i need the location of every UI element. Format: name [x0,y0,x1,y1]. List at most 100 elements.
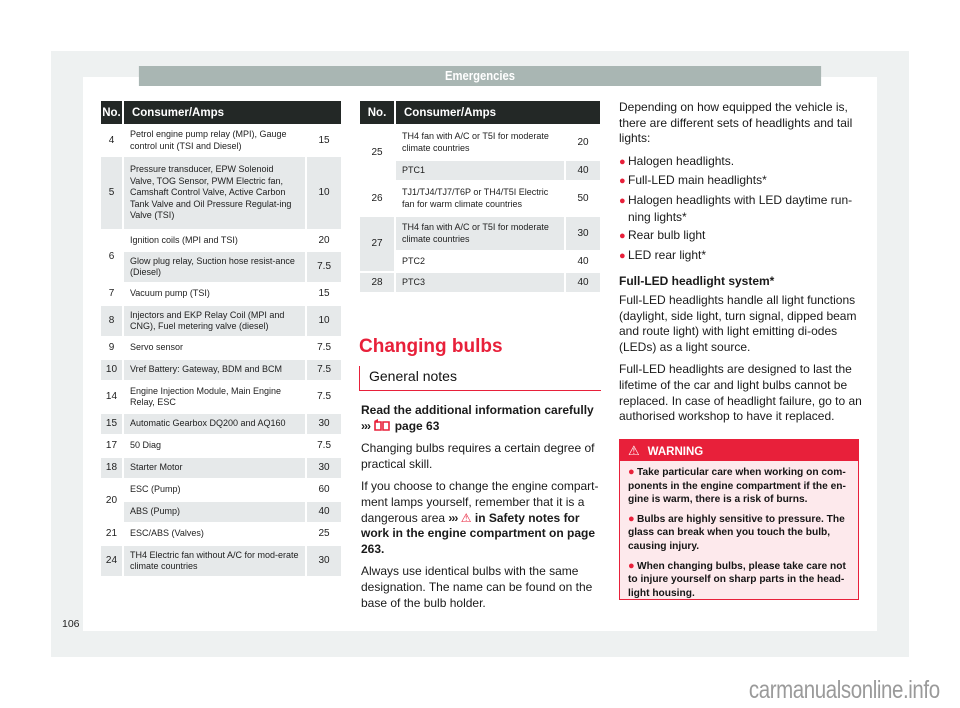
page-63-link[interactable]: page 63 [395,419,440,433]
fuse-consumer: Automatic Gearbox DQ200 and AQ160 [123,414,306,434]
column-header-no: No. [101,101,122,124]
warning-box: ⚠ WARNING ● Take particular care when work… [619,439,859,600]
fuse-no: 8 [101,306,122,336]
fuse-no: 25 [360,126,394,180]
fuse-amps: 7.5 [307,436,341,456]
warning-list: ● Take particular care when working on co… [620,461,858,600]
table-row: 15 Automatic Gearbox DQ200 and AQ160 30 [101,414,341,434]
fuse-consumer: Petrol engine pump relay (MPI), Gauge co… [123,126,306,155]
period: . [381,541,385,556]
fuse-consumer: TH4 fan with A/C or T5I for moderate cli… [396,126,564,159]
fuse-consumer: PTC2 [396,252,564,271]
warning-triangle-icon: ⚠ [460,510,472,525]
column-header-consumer: Consumer/Amps [396,101,600,124]
fuse-amps: 20 [307,231,341,250]
warning-item-text: Take particular care when working on com… [628,467,846,506]
list-item-text: Full-LED main headlights* [628,173,767,188]
headlights-info: Depending on how equipped the vehicle is… [619,100,863,432]
fuse-no: 17 [101,436,122,456]
full-led-paragraph-1: Full-LED headlights handle all light fun… [619,292,857,354]
table-row: 24 TH4 Electric fan without A/C for mod-… [101,546,341,576]
fuse-consumer: Starter Motor [123,458,306,478]
fuse-no: 21 [101,524,122,544]
list-item-text: Halogen headlights with LED daytime run-… [628,192,853,224]
table-header-row: No. Consumer/Amps [360,101,600,124]
fuse-consumer: PTC1 [396,161,564,180]
bullet-icon: ● [628,512,635,525]
table-row: ABS (Pump) 40 [101,502,341,522]
warning-item: ● Take particular care when working on co… [628,466,850,507]
bullet-icon: ● [619,230,626,243]
table-row: PTC1 40 [360,161,600,180]
fuse-no: 26 [360,182,394,215]
fuse-amps: 40 [566,252,600,271]
section-subtitle: General notes [359,366,601,391]
bullet-icon: ● [628,559,635,572]
fuse-amps: 15 [307,284,341,304]
book-reference-icon [373,418,394,433]
fuse-table-middle: No. Consumer/Amps 25 TH4 fan with A/C or… [358,99,602,294]
fuse-no: 15 [101,414,122,434]
table-header-row: No. Consumer/Amps [101,101,341,124]
fuse-amps: 10 [307,306,341,336]
section-title: Changing bulbs [359,336,503,357]
fuse-consumer: Vacuum pump (TSI) [123,284,306,304]
fuse-amps: 7.5 [307,338,341,358]
list-item: ● Halogen headlights. [619,154,863,171]
warning-item-text: When changing bulbs, please take care no… [628,560,846,599]
table-row: Glow plug relay, Suction hose resist-anc… [101,252,341,282]
page-number: 106 [62,618,80,630]
bullet-icon: ● [619,194,626,207]
table-row: 9 Servo sensor 7.5 [101,338,341,358]
paragraph-identical-bulbs: Always use identical bulbs with the same… [361,564,593,610]
table-row: 20 ESC (Pump) 60 [101,480,341,522]
fuse-consumer: TH4 fan with A/C or T5I for moderate cli… [396,217,564,250]
fuse-amps: 40 [566,161,600,180]
fuse-consumer: Ignition coils (MPI and TSI) [123,231,306,250]
list-item: ● Rear bulb light [619,228,863,245]
fuse-no: 10 [101,360,122,380]
table-row: 14 Engine Injection Module, Main Engine … [101,382,341,412]
watermark: carmanualsonline.info [749,676,940,704]
list-item-text: Halogen headlights. [628,153,735,168]
fuse-consumer: TJ1/TJ4/TJ7/T6P or TH4/T5I Electric fan … [396,182,564,215]
fuse-no: 4 [101,126,122,155]
fuse-consumer: ABS (Pump) [123,502,306,522]
fuse-consumer: Pressure transducer, EPW Solenoid Valve,… [123,157,306,229]
fuse-consumer: TH4 Electric fan without A/C for mod-era… [123,546,306,576]
fuse-amps: 40 [307,502,341,522]
fuse-amps: 30 [307,458,341,478]
warning-triangle-icon: ⚠ [628,443,640,458]
chapter-header: Emergencies [138,66,822,86]
fuse-table-left: No. Consumer/Amps 4 Petrol engine pump r… [99,99,343,578]
table-row: 27 TH4 fan with A/C or T5I for moderate … [360,217,600,271]
fuse-amps: 30 [307,546,341,576]
paragraph-skill: Changing bulbs requires a certain degree… [361,441,595,471]
table-row: 18 Starter Motor 30 [101,458,341,478]
fuse-amps: 30 [307,414,341,434]
fuse-amps: 50 [566,182,600,215]
fuse-amps: 7.5 [307,382,341,412]
table-row: 10 Vref Battery: Gateway, BDM and BCM 7.… [101,360,341,380]
warning-header: ⚠ WARNING [620,440,858,461]
full-led-paragraph-2: Full-LED headlights are designed to last… [619,362,862,424]
fuse-no: 20 [101,480,122,522]
fuse-consumer: 50 Diag [123,436,306,456]
fuse-consumer: ESC (Pump) [123,480,306,500]
fuse-no: 7 [101,284,122,304]
fuse-amps: 7.5 [307,360,341,380]
table-row: 25 TH4 fan with A/C or T5I for moderate … [360,126,600,180]
fuse-consumer: Glow plug relay, Suction hose resist-anc… [123,252,306,282]
fuse-no: 18 [101,458,122,478]
bullet-icon: ● [619,175,626,188]
bullet-icon: ● [628,466,635,478]
fuse-no: 27 [360,217,394,271]
column-header-consumer: Consumer/Amps [123,101,341,124]
full-led-subtitle: Full-LED headlight system* [619,274,775,289]
table-row: 21 ESC/ABS (Valves) 25 [101,524,341,544]
read-info-text: Read the additional information carefull… [361,403,594,417]
fuse-no: 5 [101,157,122,229]
fuse-consumer: Servo sensor [123,338,306,358]
fuse-no: 14 [101,382,122,412]
warning-item: ● When changing bulbs, please take care n… [628,560,850,601]
